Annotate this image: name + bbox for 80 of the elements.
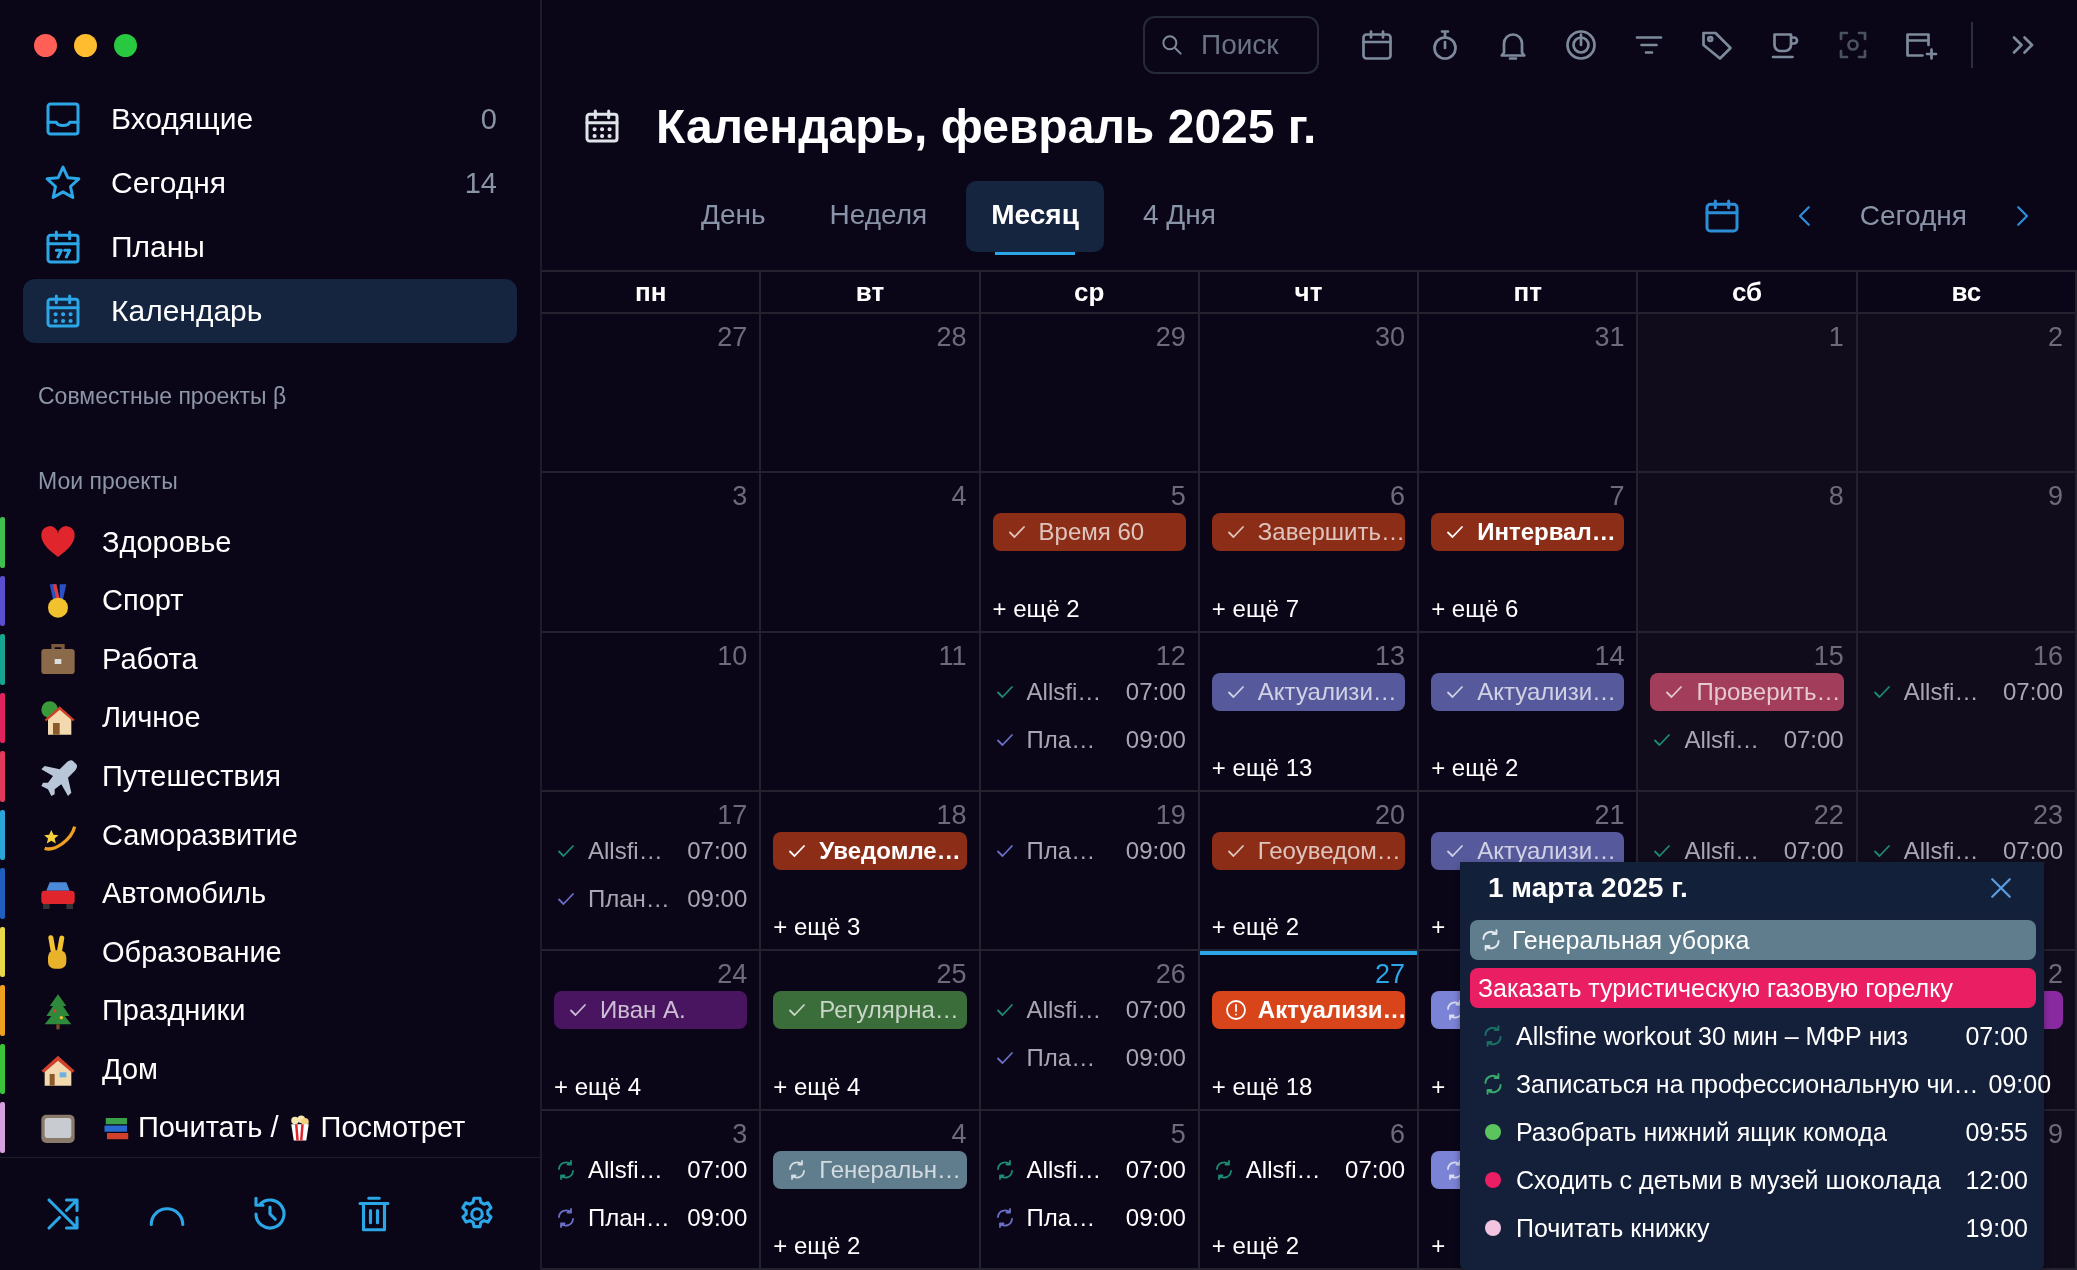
event-time: 07:00 <box>1125 996 1186 1025</box>
day-number: 19 <box>1155 799 1186 832</box>
day-number: 24 <box>717 958 748 992</box>
weekday-header: ср <box>980 272 1200 314</box>
day-number: 3 <box>732 480 748 514</box>
day-number: 7 <box>1609 480 1625 514</box>
day-number: 31 <box>1594 321 1625 354</box>
project-name: Здоровье <box>102 525 232 559</box>
day-number: 11 <box>938 639 967 673</box>
day-number: 5 <box>1170 1117 1186 1151</box>
task-time: 09:55 <box>1965 1117 2028 1147</box>
task-time: 09:00 <box>1988 1069 2052 1099</box>
day-number: 30 <box>1375 321 1406 354</box>
page-title: Календарь, февраль 2025 г. <box>656 98 1317 154</box>
day-number: 3 <box>732 1117 748 1151</box>
day-number: 22 <box>1813 799 1844 832</box>
event-time: 09:00 <box>1125 837 1186 865</box>
event-time: 07:00 <box>2002 677 2063 706</box>
section-heading: Мои проекты <box>37 468 179 495</box>
day-number: 4 <box>951 480 967 514</box>
day-number: 2 <box>2047 321 2063 354</box>
day-number: 27 <box>1375 958 1406 992</box>
project-name: Путешествия <box>102 759 281 793</box>
day-number: 18 <box>936 799 967 832</box>
project-name: Дом <box>102 1052 159 1086</box>
day-number: 1 <box>1828 321 1844 354</box>
task-time: 19:00 <box>1965 1213 2028 1243</box>
event-time: 07:00 <box>1783 725 1844 754</box>
day-number: 29 <box>1155 321 1186 354</box>
project-name: Образование <box>102 935 282 969</box>
day-number: 17 <box>717 799 748 832</box>
event-time: 09:00 <box>687 1203 748 1232</box>
day-number: 25 <box>936 958 967 992</box>
project-name: Работа <box>102 642 198 676</box>
day-number: 28 <box>936 321 967 354</box>
day-number: 6 <box>1390 480 1406 514</box>
weekday-header: вт <box>761 272 981 314</box>
day-number: 13 <box>1375 639 1406 673</box>
project-name: Почитать / <box>138 1111 279 1145</box>
project-name: Праздники <box>102 994 246 1028</box>
day-number: 26 <box>1155 958 1186 992</box>
day-number: 2 <box>2047 958 2063 992</box>
day-number: 27 <box>717 321 748 354</box>
day-number: 21 <box>1594 799 1625 832</box>
event-time: 09:00 <box>687 885 748 913</box>
day-number: 5 <box>1170 480 1186 514</box>
section-heading: Совместные проекты β <box>37 383 288 410</box>
task-time: 07:00 <box>1965 1021 2028 1051</box>
day-number: 16 <box>2032 639 2063 673</box>
task-time: 12:00 <box>1965 1165 2028 1195</box>
event-time: 09:00 <box>1125 1044 1186 1073</box>
day-number: 8 <box>1828 480 1844 514</box>
day-number: 6 <box>1390 1117 1406 1151</box>
project-name: Автомобиль <box>102 877 267 911</box>
day-number: 23 <box>2032 799 2063 832</box>
event-time: 07:00 <box>1125 1155 1186 1184</box>
day-number: 12 <box>1155 639 1186 673</box>
day-number: 14 <box>1594 639 1625 673</box>
event-time: 07:00 <box>1783 837 1844 865</box>
event-time: 07:00 <box>687 1155 748 1184</box>
event-time: 07:00 <box>687 837 748 865</box>
event-time: 09:00 <box>1125 1203 1186 1232</box>
project-name: Посмотрет <box>320 1111 466 1145</box>
weekday-header: пн <box>542 272 762 314</box>
project-name: Саморазвитие <box>102 818 298 852</box>
day-number: 4 <box>951 1117 967 1151</box>
day-number: 9 <box>2047 1117 2063 1151</box>
weekday-header: пт <box>1419 272 1639 314</box>
weekday-header: чт <box>1199 272 1420 314</box>
event-time: 07:00 <box>1345 1155 1406 1184</box>
event-time: 09:00 <box>1125 725 1186 754</box>
event-time: 07:00 <box>2002 837 2063 865</box>
project-name: Личное <box>102 701 201 735</box>
day-number: 15 <box>1813 639 1844 673</box>
event-time: 07:00 <box>1125 677 1186 706</box>
day-number: 10 <box>717 639 748 673</box>
day-number: 20 <box>1375 799 1406 832</box>
popup-title: 1 марта 2025 г. <box>1488 872 1689 904</box>
project-name: Спорт <box>102 584 184 618</box>
day-number: 9 <box>2047 480 2063 514</box>
